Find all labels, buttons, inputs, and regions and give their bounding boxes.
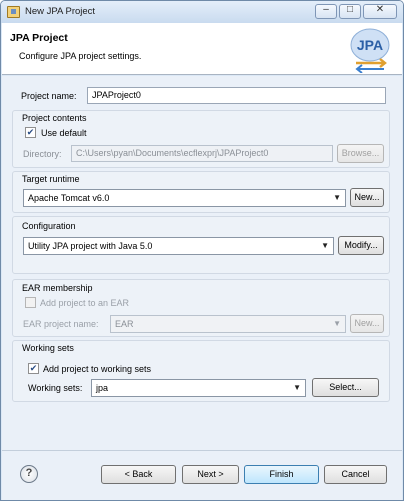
project-name-input[interactable]: JPAProject0 [87, 87, 386, 104]
new-runtime-button[interactable]: New... [350, 188, 384, 207]
chevron-down-icon: ▼ [321, 241, 329, 250]
directory-input[interactable]: C:\Users\pyan\Documents\ecflexprj\JPAPro… [71, 145, 333, 162]
ear-membership-title: EAR membership [22, 283, 93, 293]
ear-membership-group: EAR membership Add project to an EAR EAR… [12, 279, 390, 337]
ear-project-name-label: EAR project name: [23, 319, 99, 329]
jpa-logo-icon: JPA [350, 28, 390, 73]
project-contents-title: Project contents [22, 113, 87, 123]
wizard-content: Project name: JPAProject0 Project conten… [2, 76, 402, 450]
app-icon [7, 6, 20, 18]
ear-project-name-value: EAR [115, 319, 134, 329]
chevron-down-icon: ▼ [333, 319, 341, 328]
chevron-down-icon: ▼ [333, 193, 341, 202]
window-title: New JPA Project [25, 6, 96, 17]
cancel-button[interactable]: Cancel [324, 465, 387, 484]
project-name-label: Project name: [21, 91, 77, 101]
add-to-working-sets-label: Add project to working sets [43, 364, 152, 374]
browse-button[interactable]: Browse... [337, 144, 384, 163]
add-to-ear-label: Add project to an EAR [40, 298, 130, 308]
page-description: Configure JPA project settings. [19, 51, 142, 61]
working-sets-value: jpa [96, 383, 109, 393]
back-button[interactable]: < Back [101, 465, 176, 484]
configuration-value: Utility JPA project with Java 5.0 [28, 241, 153, 251]
new-ear-button[interactable]: New... [350, 314, 384, 333]
use-default-checkbox[interactable]: ✔ [25, 127, 36, 138]
logo-text: JPA [357, 37, 383, 53]
wizard-footer: ? < Back Next > Finish Cancel [2, 450, 402, 500]
modify-configuration-button[interactable]: Modify... [338, 236, 384, 255]
maximize-button[interactable]: □ [339, 4, 361, 19]
ear-project-name-select[interactable]: EAR ▼ [110, 315, 346, 333]
maximize-icon: □ [346, 4, 354, 15]
working-sets-label: Working sets: [28, 383, 83, 393]
page-title: JPA Project [10, 32, 68, 44]
minimize-button[interactable]: – [315, 4, 337, 19]
target-runtime-group: Target runtime Apache Tomcat v6.0 ▼ New.… [12, 171, 390, 213]
chevron-down-icon: ▼ [293, 383, 301, 392]
working-sets-select[interactable]: jpa ▼ [91, 379, 306, 397]
add-to-ear-checkbox[interactable] [25, 297, 36, 308]
configuration-title: Configuration [22, 221, 76, 231]
select-working-sets-button[interactable]: Select... [312, 378, 379, 397]
target-runtime-value: Apache Tomcat v6.0 [28, 193, 110, 203]
finish-button[interactable]: Finish [244, 465, 319, 484]
title-bar: New JPA Project – □ ✕ [1, 1, 403, 23]
wizard-header: JPA Project Configure JPA project settin… [2, 23, 402, 75]
working-sets-title: Working sets [22, 343, 74, 353]
window-controls: – □ ✕ [315, 4, 397, 19]
use-default-label: Use default [41, 128, 87, 138]
help-icon[interactable]: ? [20, 465, 38, 483]
target-runtime-title: Target runtime [22, 174, 80, 184]
target-runtime-select[interactable]: Apache Tomcat v6.0 ▼ [23, 189, 346, 207]
directory-label: Directory: [23, 149, 62, 159]
add-to-working-sets-checkbox[interactable]: ✔ [28, 363, 39, 374]
new-jpa-project-dialog: New JPA Project – □ ✕ JPA Project Config… [0, 0, 404, 501]
close-button[interactable]: ✕ [363, 4, 397, 19]
close-icon: ✕ [375, 4, 385, 15]
next-button[interactable]: Next > [182, 465, 239, 484]
project-contents-group: Project contents ✔ Use default Directory… [12, 110, 390, 168]
working-sets-group: Working sets ✔ Add project to working se… [12, 340, 390, 402]
configuration-group: Configuration Utility JPA project with J… [12, 216, 390, 274]
configuration-select[interactable]: Utility JPA project with Java 5.0 ▼ [23, 237, 334, 255]
minimize-icon: – [323, 4, 329, 15]
